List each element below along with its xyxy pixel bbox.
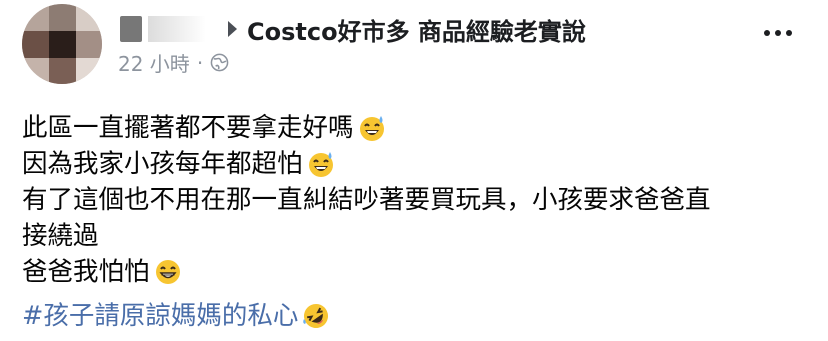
- post-line: 有了這個也不用在那一直糾結吵著要買玩具，小孩要求爸爸直: [22, 182, 812, 218]
- beaming-face-emoji-icon: [155, 260, 180, 284]
- post-line-text: 此區一直擺著都不要拿走好嗎: [22, 113, 354, 143]
- post-line: 此區一直擺著都不要拿走好嗎: [22, 110, 812, 146]
- avatar-pixel: [22, 4, 49, 31]
- post-header: Costco好市多 商品經驗老實說: [120, 12, 586, 46]
- globe-icon[interactable]: [210, 53, 229, 72]
- avatar-pixel: [76, 4, 102, 31]
- meta-separator: ·: [196, 50, 204, 75]
- hashtag-line: #孩子請原諒媽媽的私心: [22, 298, 812, 334]
- hashtag-link[interactable]: #孩子請原諒媽媽的私心: [22, 298, 298, 334]
- post-line-text: 因為我家小孩每年都超怕: [22, 149, 303, 179]
- grinning-sweat-emoji-icon: [308, 152, 333, 177]
- post-line: 爸爸我怕怕: [22, 254, 812, 290]
- grinning-sweat-emoji-icon: [359, 116, 384, 141]
- avatar-pixel: [49, 58, 76, 84]
- avatar-pixel: [22, 58, 49, 84]
- avatar-pixel: [49, 31, 76, 58]
- more-options-icon[interactable]: [764, 30, 792, 36]
- avatar-pixel: [76, 31, 102, 58]
- post-text: 此區一直擺著都不要拿走好嗎 因為我家小孩每年都超怕 有了這個也不用在那一直糾結吵…: [22, 110, 812, 334]
- avatar-pixel: [76, 58, 102, 84]
- rolling-laughing-emoji-icon: [303, 304, 329, 328]
- avatar[interactable]: [22, 4, 102, 84]
- author-name-redacted-fade: [148, 16, 206, 42]
- post-line: 因為我家小孩每年都超怕: [22, 146, 812, 182]
- arrow-right-icon: [228, 21, 237, 37]
- avatar-pixel: [22, 31, 49, 58]
- author-name-redacted[interactable]: [120, 16, 142, 42]
- avatar-pixel: [49, 4, 76, 31]
- group-name-link[interactable]: Costco好市多 商品經驗老實說: [247, 12, 586, 47]
- post-line-text: 爸爸我怕怕: [22, 257, 150, 287]
- post-timestamp[interactable]: 22 小時: [118, 48, 190, 77]
- post-line: 接繞過: [22, 218, 812, 254]
- post-meta: 22 小時 ·: [118, 48, 229, 77]
- post-line-text: 接繞過: [22, 221, 99, 251]
- post-line-text: 有了這個也不用在那一直糾結吵著要買玩具，小孩要求爸爸直: [22, 185, 711, 215]
